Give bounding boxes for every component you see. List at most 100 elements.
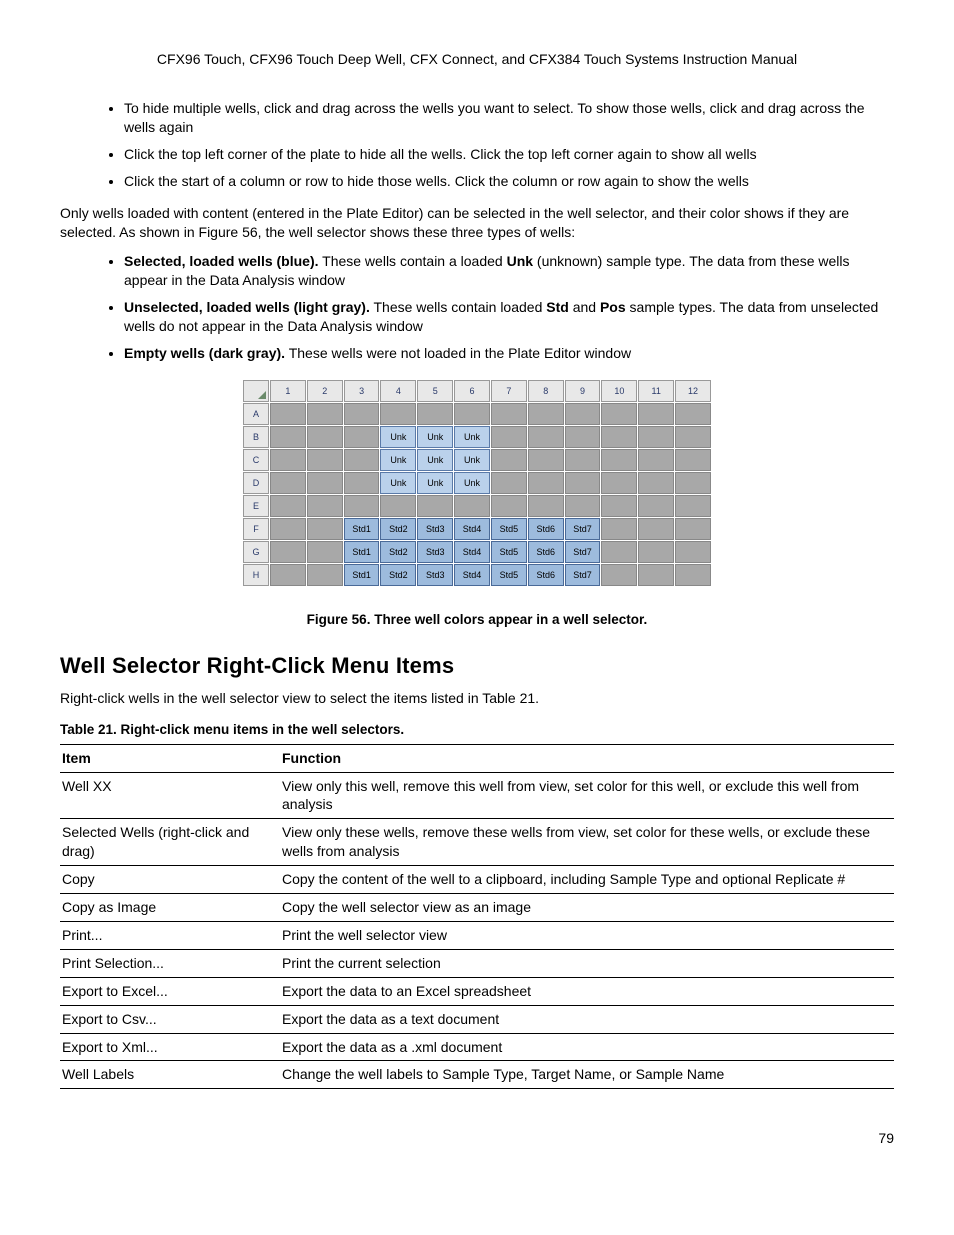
bullet-item: Empty wells (dark gray). These wells wer… [124, 344, 894, 363]
well-cell [454, 403, 490, 425]
bullet-item: Click the start of a column or row to hi… [124, 172, 894, 191]
well-cell [528, 426, 564, 448]
figure-caption: Figure 56. Three well colors appear in a… [60, 611, 894, 629]
bullet-text: These wells contain loaded [370, 299, 546, 315]
well-cell: Std6 [528, 518, 564, 540]
well-cell [601, 472, 637, 494]
table-cell-function: Export the data as a text document [280, 1005, 894, 1033]
column-header: 1 [270, 380, 306, 402]
well-cell: Std4 [454, 518, 490, 540]
well-cell [638, 426, 674, 448]
bullet-lead: Unselected, loaded wells (light gray). [124, 299, 370, 315]
paragraph: Only wells loaded with content (entered … [60, 204, 894, 242]
bullet-item: Click the top left corner of the plate t… [124, 145, 894, 164]
well-cell: Std7 [565, 518, 601, 540]
bullet-lead: Empty wells (dark gray). [124, 345, 285, 361]
well-cell [528, 449, 564, 471]
bullet-lead: Selected, loaded wells (blue). [124, 253, 319, 269]
table-header-function: Function [280, 744, 894, 772]
well-cell [307, 495, 343, 517]
bullet-list-2: Selected, loaded wells (blue). These wel… [60, 252, 894, 362]
well-cell: Std5 [491, 564, 527, 586]
column-header: 2 [307, 380, 343, 402]
table-cell-function: Export the data to an Excel spreadsheet [280, 977, 894, 1005]
well-cell: Unk [380, 449, 416, 471]
well-cell [638, 403, 674, 425]
table-cell-item: Export to Excel... [60, 977, 280, 1005]
table-cell-item: Well Labels [60, 1061, 280, 1089]
row-header: F [243, 518, 269, 540]
well-cell [601, 541, 637, 563]
well-cell [601, 403, 637, 425]
well-cell [454, 495, 490, 517]
well-cell [344, 495, 380, 517]
well-cell [270, 495, 306, 517]
well-cell: Std5 [491, 541, 527, 563]
well-cell: Std1 [344, 564, 380, 586]
bullet-item: To hide multiple wells, click and drag a… [124, 99, 894, 137]
table-row: Well LabelsChange the well labels to Sam… [60, 1061, 894, 1089]
well-cell [344, 449, 380, 471]
table-cell-item: Export to Csv... [60, 1005, 280, 1033]
table-header-item: Item [60, 744, 280, 772]
well-cell: Unk [380, 472, 416, 494]
well-cell [417, 495, 453, 517]
well-cell [344, 426, 380, 448]
plate-corner [243, 380, 269, 402]
well-cell: Unk [417, 472, 453, 494]
well-cell [601, 449, 637, 471]
well-cell [270, 449, 306, 471]
row-header: H [243, 564, 269, 586]
well-cell [270, 403, 306, 425]
bullet-item: Unselected, loaded wells (light gray). T… [124, 298, 894, 336]
well-cell [601, 495, 637, 517]
well-cell [638, 564, 674, 586]
paragraph: Right-click wells in the well selector v… [60, 689, 894, 708]
well-cell [270, 426, 306, 448]
well-cell [675, 426, 711, 448]
table-cell-item: Copy [60, 866, 280, 894]
well-cell [380, 403, 416, 425]
table-cell-function: Change the well labels to Sample Type, T… [280, 1061, 894, 1089]
well-cell [528, 495, 564, 517]
table-cell-function: Copy the well selector view as an image [280, 894, 894, 922]
bullet-text: and [569, 299, 600, 315]
well-cell: Unk [454, 426, 490, 448]
well-cell: Std4 [454, 541, 490, 563]
well-cell: Std2 [380, 564, 416, 586]
well-cell [675, 403, 711, 425]
column-header: 10 [601, 380, 637, 402]
column-header: 7 [491, 380, 527, 402]
well-cell [675, 472, 711, 494]
well-cell: Std5 [491, 518, 527, 540]
menu-table: Item Function Well XXView only this well… [60, 744, 894, 1090]
table-row: Export to Excel...Export the data to an … [60, 977, 894, 1005]
table-cell-function: View only these wells, remove these well… [280, 819, 894, 866]
well-cell [307, 403, 343, 425]
well-cell [380, 495, 416, 517]
well-cell [638, 472, 674, 494]
well-cell [417, 403, 453, 425]
well-cell [307, 426, 343, 448]
well-cell [307, 541, 343, 563]
table-row: Export to Csv...Export the data as a tex… [60, 1005, 894, 1033]
well-cell: Unk [454, 449, 490, 471]
column-header: 9 [565, 380, 601, 402]
table-row: Print...Print the well selector view [60, 921, 894, 949]
well-cell [601, 564, 637, 586]
table-row: Selected Wells (right-click and drag)Vie… [60, 819, 894, 866]
row-header: C [243, 449, 269, 471]
table-cell-function: Print the current selection [280, 949, 894, 977]
well-cell [491, 403, 527, 425]
table-cell-item: Well XX [60, 772, 280, 819]
well-cell [675, 449, 711, 471]
well-cell [528, 403, 564, 425]
table-cell-function: View only this well, remove this well fr… [280, 772, 894, 819]
well-cell: Std3 [417, 541, 453, 563]
well-cell [307, 472, 343, 494]
well-cell [307, 518, 343, 540]
well-cell [270, 518, 306, 540]
table-cell-item: Print Selection... [60, 949, 280, 977]
well-cell: Std3 [417, 564, 453, 586]
column-header: 6 [454, 380, 490, 402]
